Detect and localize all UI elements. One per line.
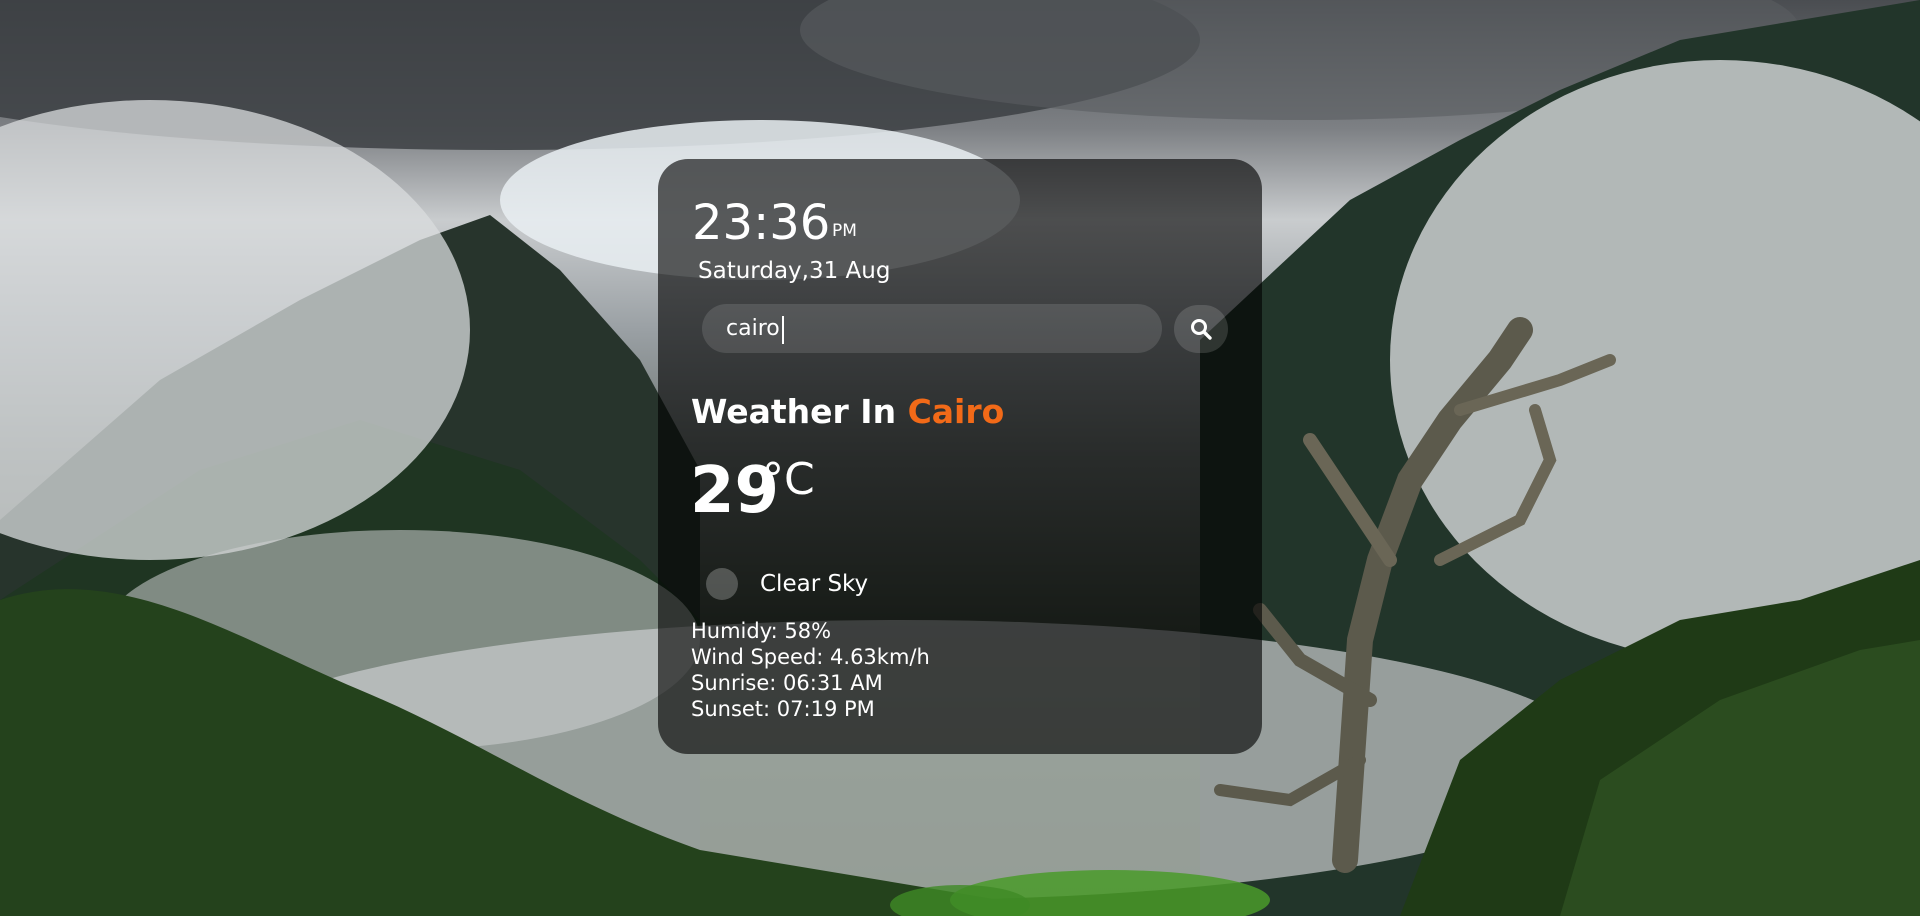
sunrise-text: Sunrise: 06:31 AM <box>691 671 883 695</box>
text-caret <box>782 316 784 344</box>
clear-sky-icon <box>706 568 738 600</box>
search-icon <box>1191 319 1212 340</box>
search-button[interactable] <box>1174 305 1228 353</box>
wind-speed-text: Wind Speed: 4.63km/h <box>691 645 930 669</box>
city-search-input[interactable] <box>702 304 1162 353</box>
weather-condition: Clear Sky <box>760 571 869 597</box>
city-name: Cairo <box>907 392 1005 431</box>
weather-heading: Weather In Cairo <box>691 392 1004 432</box>
sunset-text: Sunset: 07:19 PM <box>691 697 875 721</box>
heading-prefix: Weather In <box>691 392 897 431</box>
temperature-unit: °C <box>762 454 815 505</box>
humidity-text: Humidy: 58% <box>691 619 832 643</box>
clock-ampm: PM <box>832 221 857 241</box>
weather-details: Humidy: 58% Wind Speed: 4.63km/h Sunrise… <box>691 618 930 722</box>
clock-time: 23:36 <box>692 195 831 251</box>
clock-date: Saturday,31 Aug <box>698 258 891 284</box>
weather-card: 23:36 PM Saturday,31 Aug Weather In Cair… <box>658 159 1262 754</box>
